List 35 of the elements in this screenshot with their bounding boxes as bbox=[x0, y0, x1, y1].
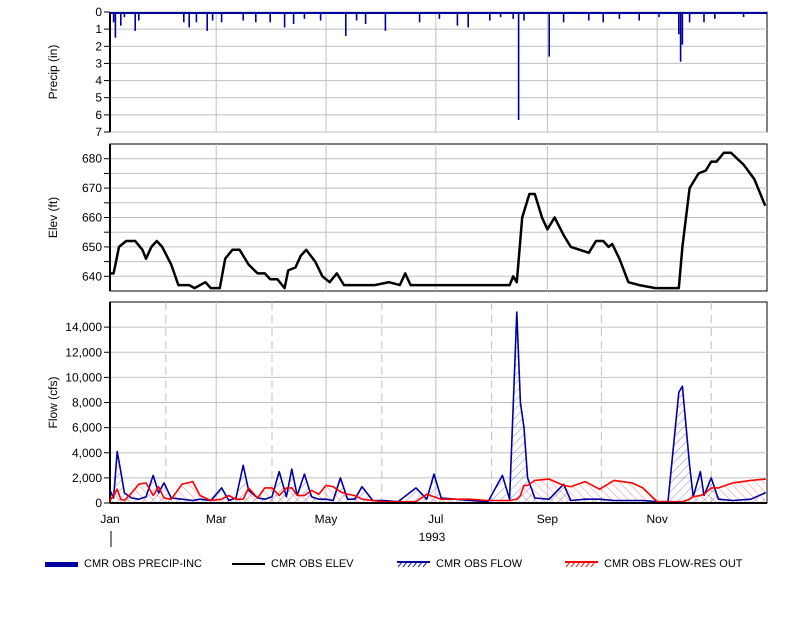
y-tick-label: 680 bbox=[82, 152, 102, 166]
y-tick-label: 3 bbox=[95, 56, 102, 70]
y-tick-label: 0 bbox=[95, 496, 102, 510]
y-axis-title: Elev (ft) bbox=[46, 196, 60, 238]
legend-label: CMR OBS PRECIP-INC bbox=[84, 558, 202, 570]
y-tick-label: 8,000 bbox=[72, 396, 102, 410]
y-tick-label: 1 bbox=[95, 22, 102, 36]
y-tick-label: 660 bbox=[82, 210, 102, 224]
x-tick-label: Jul bbox=[428, 512, 444, 526]
legend-label: CMR OBS FLOW-RES OUT bbox=[604, 558, 743, 570]
y-tick-label: 6,000 bbox=[72, 420, 102, 435]
y-axis-title: Precip (in) bbox=[46, 44, 60, 100]
x-tick-label: Mar bbox=[206, 512, 227, 526]
y-tick-label: 4,000 bbox=[72, 446, 102, 460]
y-tick-label: 2 bbox=[95, 39, 102, 54]
legend-label: CMR OBS FLOW bbox=[436, 558, 522, 570]
y-tick-label: 12,000 bbox=[65, 345, 102, 360]
y-tick-label: 6 bbox=[95, 108, 102, 122]
y-tick-label: 5 bbox=[95, 90, 102, 105]
y-tick-label: 2,000 bbox=[72, 470, 102, 485]
y-tick-label: 670 bbox=[82, 181, 102, 196]
y-tick-label: 14,000 bbox=[65, 320, 102, 334]
y-tick-label: 0 bbox=[95, 5, 102, 19]
x-tick-label: Sep bbox=[536, 512, 558, 526]
legend-label: CMR OBS ELEV bbox=[271, 558, 354, 570]
x-tick-label: May bbox=[314, 512, 338, 526]
y-tick-label: 650 bbox=[82, 240, 102, 254]
y-tick-label: 640 bbox=[82, 269, 102, 284]
y-tick-label: 4 bbox=[95, 74, 102, 88]
x-axis-title: 1993 bbox=[418, 530, 446, 544]
y-tick-label: 10,000 bbox=[65, 370, 102, 384]
x-tick-label: Jan bbox=[100, 512, 120, 526]
x-tick-label: Nov bbox=[646, 512, 668, 526]
y-tick-label: 7 bbox=[95, 125, 102, 139]
y-axis-title: Flow (cfs) bbox=[46, 376, 60, 428]
